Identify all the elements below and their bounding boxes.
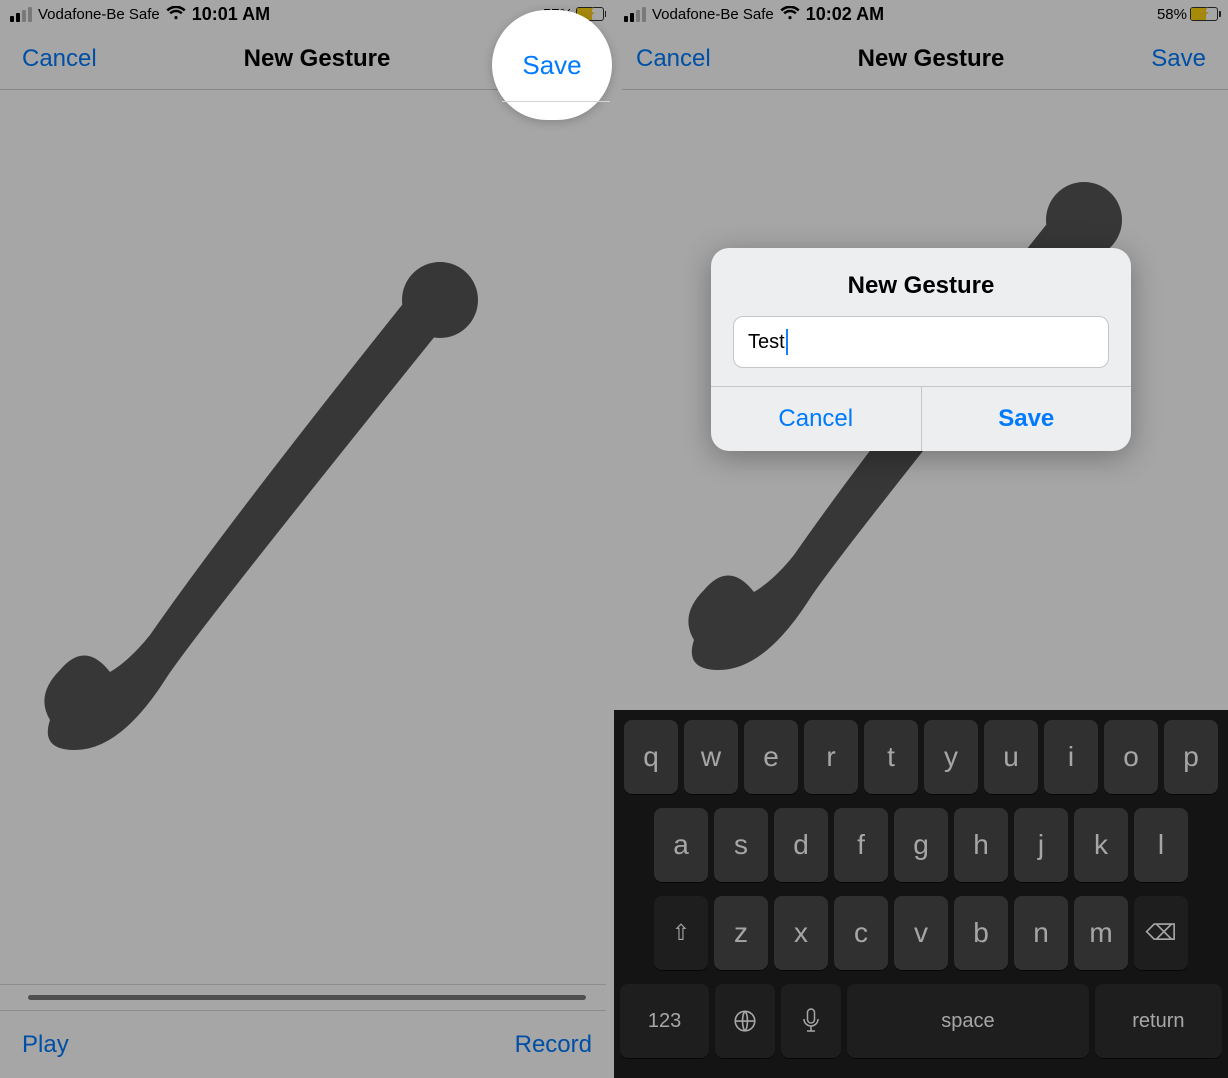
space-key[interactable]: space [847,984,1089,1058]
name-gesture-alert: New Gesture Test Cancel Save [711,248,1131,451]
record-button[interactable]: Record [515,1031,592,1059]
phone-left: Vodafone-Be Safe 10:01 AM 57% ⚡ Cancel N… [0,0,614,1078]
key-s[interactable]: s [714,808,768,882]
key-n[interactable]: n [1014,896,1068,970]
cancel-button[interactable]: Cancel [22,45,97,73]
save-button[interactable]: Save [1151,45,1206,73]
key-z[interactable]: z [714,896,768,970]
gesture-stroke [0,240,550,800]
status-bar: Vodafone-Be Safe 10:02 AM 58% ⚡ [614,0,1228,28]
key-g[interactable]: g [894,808,948,882]
gesture-name-input[interactable]: Test [733,316,1109,368]
time-label: 10:01 AM [192,4,270,25]
bottom-toolbar: Play Record [0,1010,614,1078]
shift-key[interactable]: ⇧ [654,896,708,970]
battery-icon: ⚡ [1190,7,1218,21]
key-u[interactable]: u [984,720,1038,794]
globe-key[interactable] [715,984,775,1058]
key-k[interactable]: k [1074,808,1128,882]
key-h[interactable]: h [954,808,1008,882]
battery-percent: 58% [1157,6,1187,23]
key-a[interactable]: a [654,808,708,882]
key-y[interactable]: y [924,720,978,794]
dictation-key[interactable] [781,984,841,1058]
time-label: 10:02 AM [806,4,884,25]
signal-icon [10,7,32,22]
save-highlight-circle: Save [492,10,612,120]
alert-save-button[interactable]: Save [921,387,1132,451]
key-e[interactable]: e [744,720,798,794]
key-q[interactable]: q [624,720,678,794]
timeline-scrubber[interactable] [0,984,614,1010]
key-l[interactable]: l [1134,808,1188,882]
nav-bar: Cancel New Gesture Save [614,28,1228,90]
key-b[interactable]: b [954,896,1008,970]
key-i[interactable]: i [1044,720,1098,794]
key-c[interactable]: c [834,896,888,970]
wifi-icon [780,4,800,25]
phone-right: Vodafone-Be Safe 10:02 AM 58% ⚡ Cancel N… [614,0,1228,1078]
key-o[interactable]: o [1104,720,1158,794]
input-value: Test [748,331,785,354]
page-title: New Gesture [244,45,391,73]
carrier-label: Vodafone-Be Safe [652,6,774,23]
globe-icon [732,1008,758,1034]
key-x[interactable]: x [774,896,828,970]
wifi-icon [166,4,186,25]
key-t[interactable]: t [864,720,918,794]
key-j[interactable]: j [1014,808,1068,882]
key-w[interactable]: w [684,720,738,794]
key-v[interactable]: v [894,896,948,970]
play-button[interactable]: Play [22,1031,69,1059]
key-d[interactable]: d [774,808,828,882]
carrier-label: Vodafone-Be Safe [38,6,160,23]
key-p[interactable]: p [1164,720,1218,794]
signal-icon [624,7,646,22]
key-f[interactable]: f [834,808,888,882]
save-button-highlighted[interactable]: Save [522,50,581,81]
return-key[interactable]: return [1095,984,1222,1058]
gesture-canvas[interactable] [0,90,614,984]
keyboard: qwertyuiop asdfghjkl ⇧ zxcvbnm ⌫ 123 spa… [614,710,1228,1078]
key-r[interactable]: r [804,720,858,794]
key-m[interactable]: m [1074,896,1128,970]
microphone-icon [801,1008,821,1034]
alert-cancel-button[interactable]: Cancel [711,387,921,451]
alert-title: New Gesture [711,248,1131,316]
backspace-key[interactable]: ⌫ [1134,896,1188,970]
cancel-button[interactable]: Cancel [636,45,711,73]
page-title: New Gesture [858,45,1005,73]
text-cursor [786,329,788,355]
numbers-key[interactable]: 123 [620,984,709,1058]
